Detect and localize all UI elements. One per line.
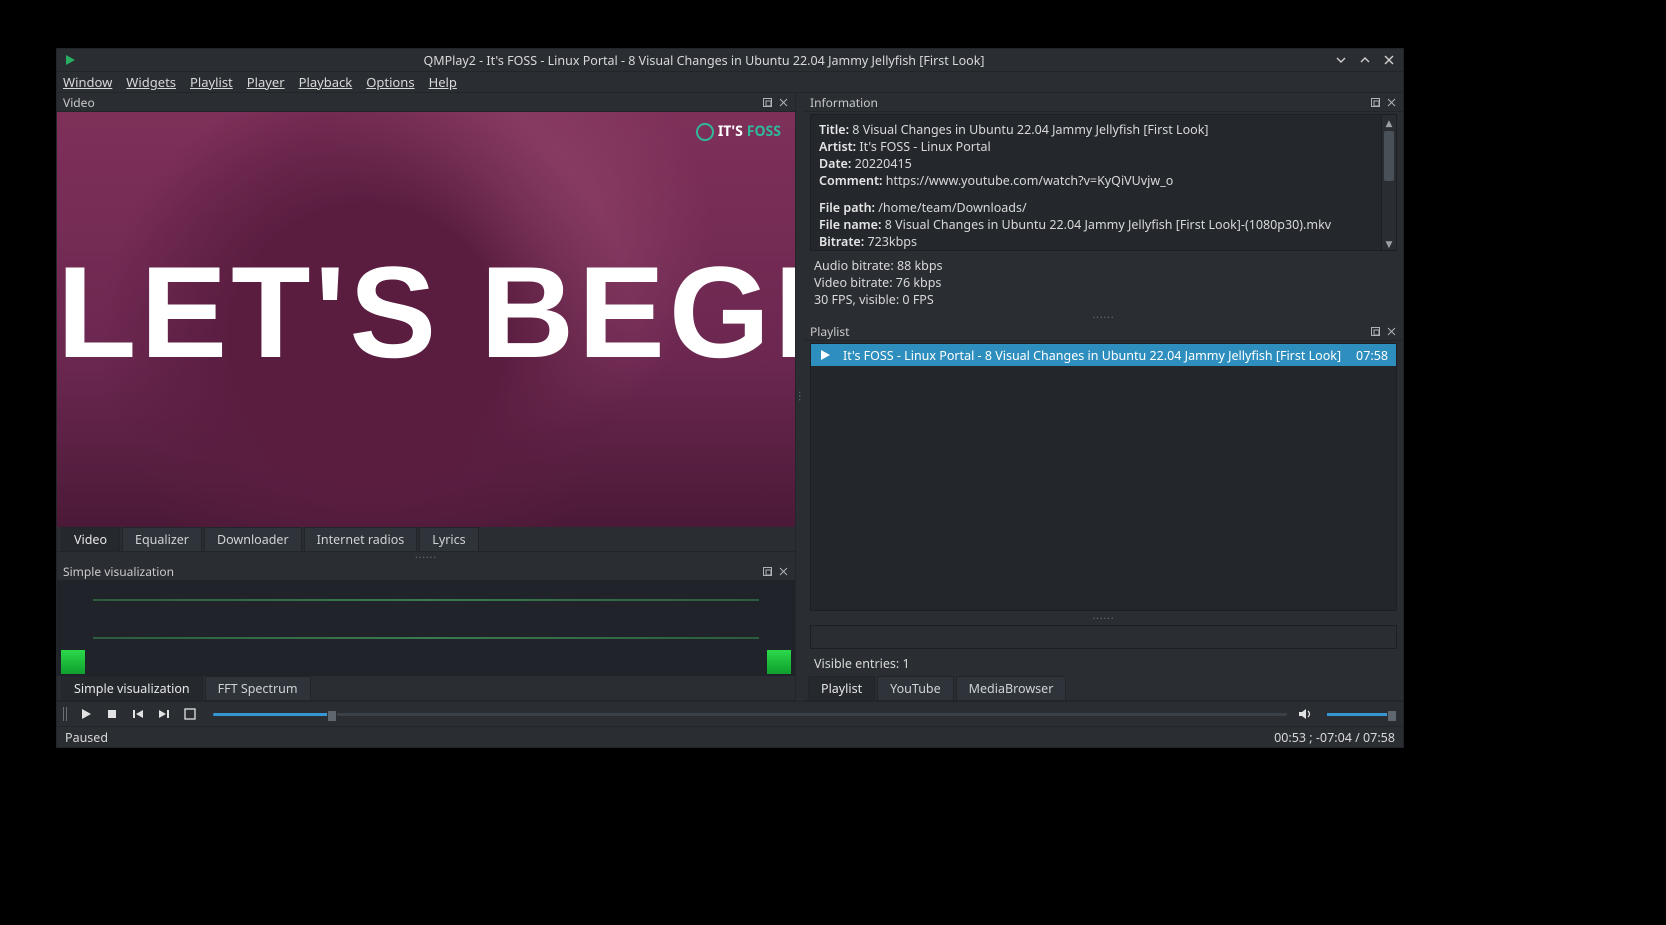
splitter-info-playlist[interactable]: ······ — [804, 312, 1403, 322]
info-pane-title: Information — [810, 94, 878, 111]
fps-info: 30 FPS, visible: 0 FPS — [814, 291, 1393, 308]
scroll-up-icon[interactable]: ▲ — [1382, 115, 1396, 129]
video-pane-title: Video — [63, 94, 95, 111]
scroll-thumb[interactable] — [1384, 131, 1394, 181]
right-lower-tabs: Playlist YouTube MediaBrowser — [804, 676, 1403, 701]
playlist-close-icon[interactable] — [1385, 325, 1397, 337]
visible-entries-label: Visible entries: 1 — [804, 651, 1403, 676]
playlist-item-time: 07:58 — [1356, 347, 1388, 364]
play-icon — [819, 349, 833, 361]
tab-video[interactable]: Video — [61, 527, 120, 551]
video-bitrate: Video bitrate: 76 kbps — [814, 274, 1393, 291]
audio-bitrate: Audio bitrate: 88 kbps — [814, 257, 1393, 274]
visualization-area — [57, 581, 795, 676]
splitter-horizontal[interactable]: ······ — [57, 552, 795, 562]
titlebar: QMPlay2 - It's FOSS - Linux Portal - 8 V… — [57, 49, 1403, 72]
volume-slider[interactable] — [1327, 710, 1397, 718]
video-logo: IT'S FOSS — [696, 122, 781, 141]
left-column: Video LET'S BEGIN IT'S FOSS Video Equali… — [57, 93, 796, 701]
video-float-icon[interactable] — [761, 96, 773, 108]
viz-tabs: Simple visualization FFT Spectrum — [57, 676, 795, 701]
menu-options[interactable]: Options — [366, 73, 414, 91]
right-column: Information Title: 8 Visual Changes in U… — [804, 93, 1403, 701]
playlist-search-input[interactable] — [810, 625, 1397, 649]
video-overlay-text: LET'S BEGIN — [57, 247, 795, 377]
viz-float-icon[interactable] — [761, 565, 773, 577]
control-toolbar — [57, 701, 1403, 726]
tab-internet-radios[interactable]: Internet radios — [304, 527, 418, 551]
menu-help[interactable]: Help — [429, 73, 457, 91]
video-pane-header: Video — [57, 93, 795, 112]
info-float-icon[interactable] — [1369, 96, 1381, 108]
tab-playlist[interactable]: Playlist — [808, 676, 875, 700]
tab-downloader[interactable]: Downloader — [204, 527, 302, 551]
tab-youtube[interactable]: YouTube — [877, 676, 954, 700]
time-display: 00:53 ; -07:04 / 07:58 — [1274, 729, 1395, 746]
app-icon — [63, 53, 77, 67]
app-window: QMPlay2 - It's FOSS - Linux Portal - 8 V… — [56, 48, 1404, 748]
left-lower-tabs: Video Equalizer Downloader Internet radi… — [57, 527, 795, 552]
video-close-icon[interactable] — [777, 96, 789, 108]
level-meter-left — [61, 650, 85, 674]
menu-player[interactable]: Player — [247, 73, 285, 91]
tab-fft-spectrum[interactable]: FFT Spectrum — [205, 676, 311, 700]
fullscreen-button[interactable] — [179, 703, 201, 725]
viz-pane-header: Simple visualization — [57, 562, 795, 581]
waveform-left — [93, 599, 759, 601]
tab-lyrics[interactable]: Lyrics — [419, 527, 478, 551]
playlist-row[interactable]: It's FOSS - Linux Portal - 8 Visual Chan… — [811, 344, 1396, 366]
info-content: Title: 8 Visual Changes in Ubuntu 22.04 … — [811, 115, 1396, 251]
video-area[interactable]: LET'S BEGIN IT'S FOSS — [57, 112, 795, 527]
playlist-item-name: It's FOSS - Linux Portal - 8 Visual Chan… — [843, 347, 1348, 364]
tab-mediabrowser[interactable]: MediaBrowser — [956, 676, 1067, 700]
next-button[interactable] — [153, 703, 175, 725]
volume-icon[interactable] — [1295, 703, 1317, 725]
seek-slider[interactable] — [213, 710, 1287, 718]
playlist-pane-header: Playlist — [804, 322, 1403, 341]
maximize-button[interactable] — [1357, 52, 1373, 68]
viz-pane-title: Simple visualization — [63, 563, 174, 580]
menu-widgets[interactable]: Widgets — [126, 73, 176, 91]
previous-button[interactable] — [127, 703, 149, 725]
info-textbox[interactable]: Title: 8 Visual Changes in Ubuntu 22.04 … — [810, 114, 1397, 251]
playlist-list[interactable]: It's FOSS - Linux Portal - 8 Visual Chan… — [810, 343, 1397, 611]
playlist-pane-title: Playlist — [810, 323, 849, 340]
menu-window[interactable]: Window — [63, 73, 112, 91]
scroll-down-icon[interactable]: ▼ — [1382, 236, 1396, 250]
info-stats: Audio bitrate: 88 kbps Video bitrate: 76… — [804, 253, 1403, 312]
level-meter-right — [767, 650, 791, 674]
close-button[interactable] — [1381, 52, 1397, 68]
viz-close-icon[interactable] — [777, 565, 789, 577]
menubar: Window Widgets Playlist Player Playback … — [57, 72, 1403, 93]
info-pane-header: Information — [804, 93, 1403, 112]
stop-button[interactable] — [101, 703, 123, 725]
waveform-right — [93, 637, 759, 639]
window-title: QMPlay2 - It's FOSS - Linux Portal - 8 V… — [83, 52, 1325, 69]
playlist-float-icon[interactable] — [1369, 325, 1381, 337]
info-close-icon[interactable] — [1385, 96, 1397, 108]
menu-playback[interactable]: Playback — [299, 73, 353, 91]
menu-playlist[interactable]: Playlist — [190, 73, 233, 91]
gear-icon — [696, 123, 714, 141]
tab-equalizer[interactable]: Equalizer — [122, 527, 202, 551]
toolbar-grip[interactable] — [63, 707, 69, 721]
play-button[interactable] — [75, 703, 97, 725]
minimize-button[interactable] — [1333, 52, 1349, 68]
tab-simple-visualization[interactable]: Simple visualization — [61, 676, 203, 700]
main-body: Video LET'S BEGIN IT'S FOSS Video Equali… — [57, 93, 1403, 701]
playback-state: Paused — [65, 729, 108, 746]
splitter-playlist-search[interactable]: ······ — [804, 613, 1403, 623]
status-bar: Paused 00:53 ; -07:04 / 07:58 — [57, 726, 1403, 747]
info-scrollbar[interactable]: ▲ ▼ — [1381, 115, 1396, 250]
splitter-vertical[interactable]: ··· — [796, 93, 804, 701]
